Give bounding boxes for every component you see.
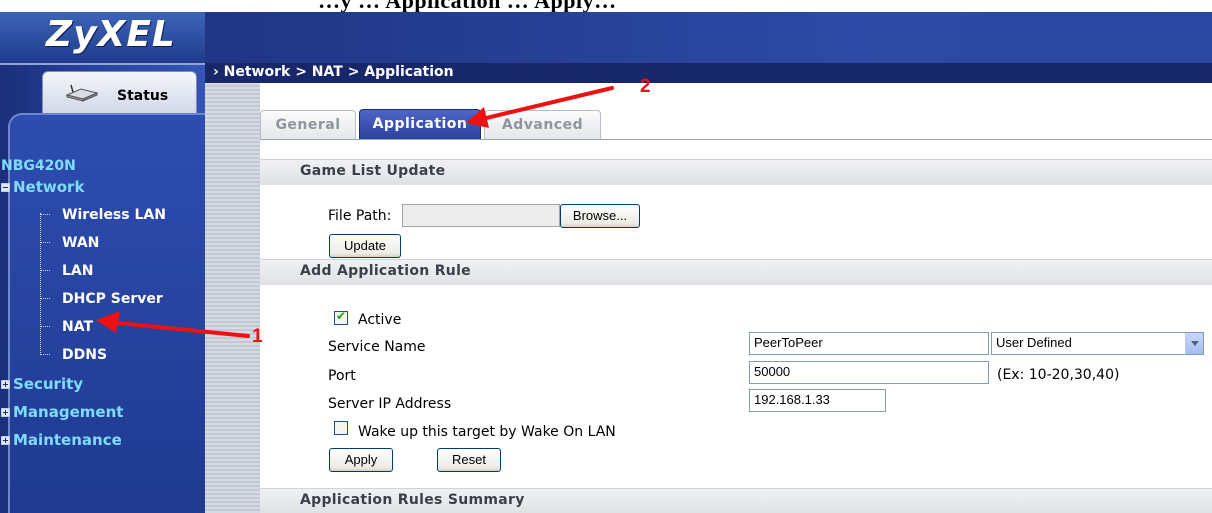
active-checkbox[interactable] [334, 309, 348, 325]
expand-icon [1, 435, 10, 445]
nav-group-label: Management [13, 403, 124, 421]
section-title: Application Rules Summary [300, 492, 525, 508]
nav-item-wan[interactable]: WAN [40, 235, 99, 251]
nav-item-ddns[interactable]: DDNS [40, 347, 107, 363]
annotation-marker-2: 2 [640, 76, 651, 97]
section-game-list-update: Game List Update [260, 159, 1212, 185]
nav-group-label: Network [13, 178, 85, 196]
server-ip-input[interactable]: 192.168.1.33 [749, 389, 886, 412]
update-button[interactable]: Update [329, 234, 401, 258]
browse-button[interactable]: Browse... [560, 204, 640, 228]
collapse-icon [1, 182, 10, 192]
nav-item-nat[interactable]: NAT [40, 319, 93, 335]
nav-group-management[interactable]: Management [1, 403, 123, 421]
service-type-select[interactable]: User Defined [991, 332, 1204, 355]
nav-group-maintenance[interactable]: Maintenance [1, 431, 122, 449]
service-name-label: Service Name [328, 339, 426, 355]
zyxel-logo: ZyXEL [46, 14, 176, 55]
nav-group-security[interactable]: Security [1, 375, 83, 393]
logo-area: ZyXEL [0, 12, 205, 63]
apply-button[interactable]: Apply [329, 448, 393, 472]
router-icon [65, 84, 99, 102]
nav-item-dhcp-server[interactable]: DHCP Server [40, 291, 163, 307]
breadcrumb-bar: › Network > NAT > Application [205, 63, 1212, 83]
nav-item-label: DHCP Server [62, 291, 163, 307]
nav-item-wireless-lan[interactable]: Wireless LAN [40, 207, 166, 223]
section-application-rules-summary: Application Rules Summary [260, 488, 1212, 513]
sidebar: Status NBG420N Network Wireless LAN WAN … [0, 65, 205, 513]
nav-item-label: DDNS [62, 347, 108, 363]
wake-on-lan-checkbox[interactable] [334, 421, 348, 435]
top-header: ZyXEL [0, 12, 1212, 65]
main-content: Game List Update File Path: Browse... Up… [260, 140, 1212, 513]
reset-button[interactable]: Reset [437, 448, 501, 472]
active-label: Active [358, 312, 402, 328]
nav-item-label: LAN [62, 263, 94, 279]
section-title: Game List Update [300, 163, 446, 179]
nav-item-label: WAN [62, 235, 100, 251]
breadcrumb: › Network > NAT > Application [213, 64, 454, 80]
nav-item-lan[interactable]: LAN [40, 263, 93, 279]
nav-group-label: Security [13, 375, 84, 393]
expand-icon [1, 379, 10, 389]
nav-item-label: Wireless LAN [62, 207, 166, 223]
nav-item-label: NAT [62, 319, 94, 335]
tab-general[interactable]: General [260, 110, 356, 140]
port-hint: (Ex: 10-20,30,40) [997, 367, 1120, 383]
service-name-input[interactable]: PeerToPeer [749, 332, 989, 355]
annotation-marker-1: 1 [252, 326, 263, 347]
status-label: Status [117, 88, 169, 104]
server-ip-label: Server IP Address [328, 396, 452, 412]
service-type-value: User Defined [996, 335, 1072, 350]
file-path-label: File Path: [328, 208, 392, 224]
chevron-down-icon[interactable] [1185, 333, 1203, 354]
caption-text: …y … Application … Apply… [318, 0, 617, 12]
tab-application[interactable]: Application [359, 109, 481, 140]
tab-bar: General Application Advanced [260, 83, 1212, 140]
tab-advanced[interactable]: Advanced [484, 110, 601, 140]
nav-group-label: Maintenance [13, 431, 122, 449]
section-add-application-rule: Add Application Rule [260, 259, 1212, 285]
model-name[interactable]: NBG420N [1, 158, 76, 174]
expand-icon [1, 407, 10, 417]
file-path-input[interactable] [402, 204, 560, 227]
port-label: Port [328, 368, 356, 384]
separator-strip [205, 63, 260, 513]
port-input[interactable]: 50000 [749, 361, 989, 384]
caption-strip: …y … Application … Apply… [0, 0, 1212, 12]
section-title: Add Application Rule [300, 263, 471, 279]
breadcrumb-text: Network > NAT > Application [223, 64, 454, 80]
nav-group-network[interactable]: Network [1, 178, 84, 196]
wake-on-lan-label: Wake up this target by Wake On LAN [358, 424, 616, 440]
